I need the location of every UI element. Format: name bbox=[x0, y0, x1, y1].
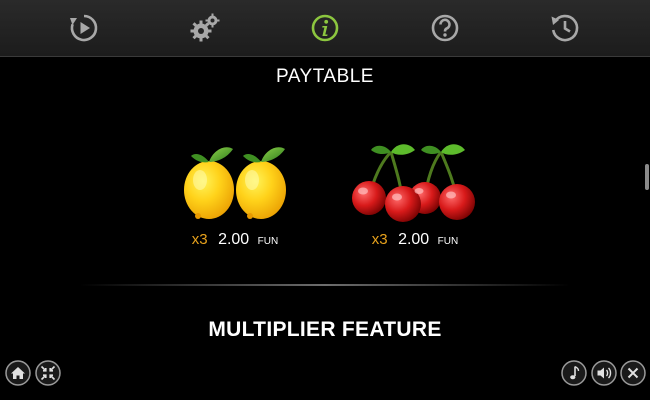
cherry-payout: x3 2.00 FUN bbox=[345, 231, 485, 249]
cherry-multiplier: x3 bbox=[371, 231, 388, 248]
section-divider bbox=[80, 284, 570, 286]
music-button[interactable] bbox=[561, 360, 587, 386]
replay-icon bbox=[70, 14, 98, 42]
cherry-amount: 2.00 bbox=[398, 231, 430, 248]
settings-icon bbox=[190, 13, 220, 42]
paytable-title: PAYTABLE bbox=[276, 66, 374, 87]
close-icon bbox=[620, 360, 646, 386]
help-icon bbox=[431, 14, 459, 42]
scrollbar-thumb[interactable] bbox=[645, 164, 649, 190]
sound-icon bbox=[591, 360, 617, 386]
info-button[interactable] bbox=[309, 12, 341, 44]
settings-button[interactable] bbox=[189, 12, 221, 44]
close-button[interactable] bbox=[620, 360, 646, 386]
paytable-screen: PAYTABLE x3 2.00 FUN x3 2.00 FUN MULTIPL… bbox=[0, 0, 650, 400]
lemon-multiplier: x3 bbox=[191, 231, 208, 248]
cherry-icon bbox=[352, 144, 475, 222]
lemon-currency: FUN bbox=[257, 236, 279, 247]
symbol-cherry: x3 2.00 FUN bbox=[345, 140, 485, 249]
history-icon bbox=[551, 14, 579, 42]
music-icon bbox=[561, 360, 587, 386]
info-icon bbox=[311, 14, 339, 42]
top-navigation-bar bbox=[0, 0, 650, 57]
collapse-icon bbox=[35, 360, 61, 386]
replay-button[interactable] bbox=[68, 12, 100, 44]
multiplier-feature-title: MULTIPLIER FEATURE bbox=[208, 318, 442, 341]
lemon-icon bbox=[184, 147, 286, 219]
symbol-lemon: x3 2.00 FUN bbox=[165, 140, 305, 249]
home-button[interactable] bbox=[5, 360, 31, 386]
history-button[interactable] bbox=[549, 12, 581, 44]
lemon-amount: 2.00 bbox=[218, 231, 250, 248]
cherry-currency: FUN bbox=[437, 236, 459, 247]
home-icon bbox=[5, 360, 31, 386]
lemon-payout: x3 2.00 FUN bbox=[165, 231, 305, 249]
collapse-button[interactable] bbox=[35, 360, 61, 386]
sound-button[interactable] bbox=[591, 360, 617, 386]
help-button[interactable] bbox=[429, 12, 461, 44]
